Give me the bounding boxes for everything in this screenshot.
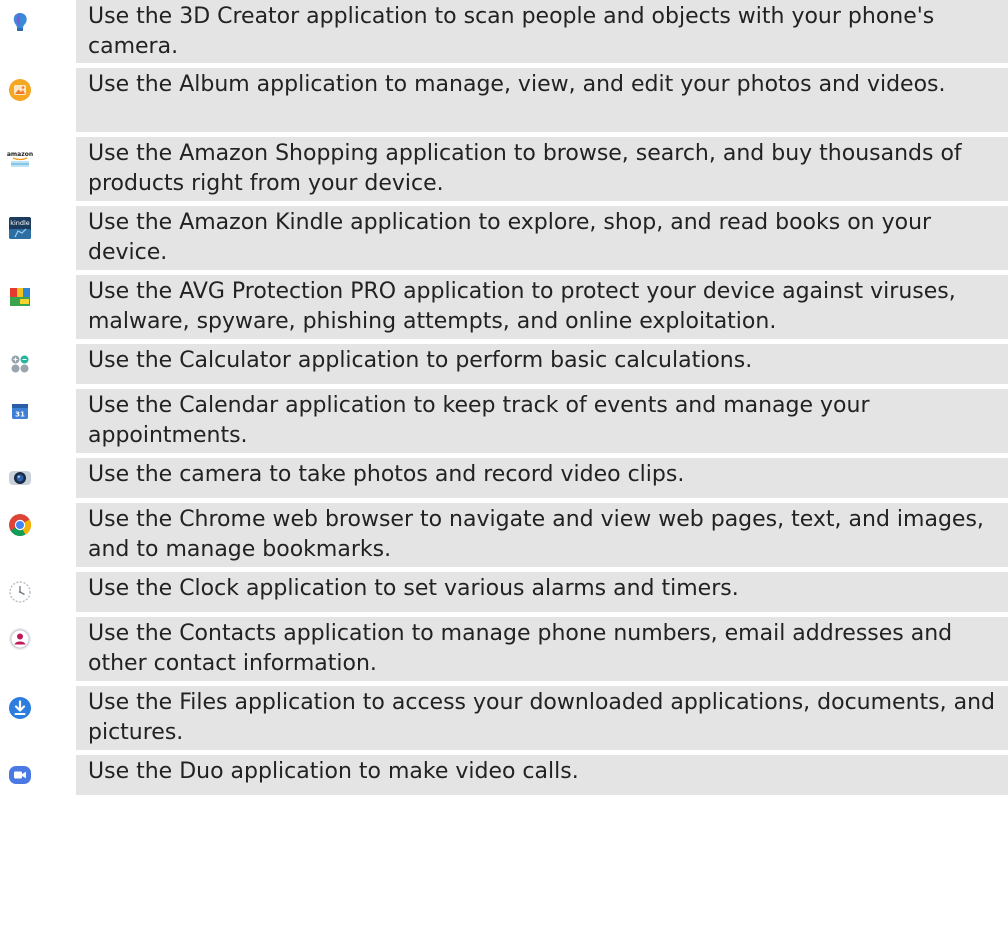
album-icon <box>7 77 33 103</box>
camera-icon <box>7 465 33 491</box>
list-item-description: Use the Contacts application to manage p… <box>76 617 1008 681</box>
list-item-text: Use the AVG Protection PRO application t… <box>88 279 956 334</box>
list-item-text: Use the Contacts application to manage p… <box>88 621 953 676</box>
list-item-description: Use the Clock application to set various… <box>76 572 1008 612</box>
list-item-description: Use the Calendar application to keep tra… <box>76 389 1008 453</box>
list-item: Use the camera to take photos and record… <box>0 458 1008 498</box>
svg-text:kindle: kindle <box>10 219 30 227</box>
list-item: Use the Files application to access your… <box>0 686 1008 750</box>
list-item-text: Use the Amazon Kindle application to exp… <box>88 210 932 265</box>
list-item: amazon Use the Amazon Shopping applicati… <box>0 137 1008 201</box>
chrome-icon <box>7 512 33 538</box>
files-icon <box>7 695 33 721</box>
list-item-description: Use the 3D Creator application to scan p… <box>76 0 1008 63</box>
duo-icon <box>7 762 33 788</box>
list-item: Use the Album application to manage, vie… <box>0 68 1008 132</box>
list-item-text: Use the camera to take photos and record… <box>88 462 685 487</box>
list-item-description: Use the camera to take photos and record… <box>76 458 1008 498</box>
3d-creator-icon <box>7 9 33 35</box>
list-item-text: Use the 3D Creator application to scan p… <box>88 4 935 59</box>
svg-text:amazon: amazon <box>7 151 33 158</box>
list-item: Use the Clock application to set various… <box>0 572 1008 612</box>
list-item-text: Use the Album application to manage, vie… <box>88 72 946 97</box>
list-item-description: Use the Chrome web browser to navigate a… <box>76 503 1008 567</box>
amazon-kindle-icon: kindle <box>7 215 33 241</box>
list-item: Use the Calculator application to perfor… <box>0 344 1008 384</box>
list-item: Use the Duo application to make video ca… <box>0 755 1008 795</box>
calendar-icon: 31 <box>7 398 33 424</box>
list-item-description: Use the Duo application to make video ca… <box>76 755 1008 795</box>
contacts-icon <box>7 626 33 652</box>
list-item: Use the Contacts application to manage p… <box>0 617 1008 681</box>
calculator-icon <box>7 351 33 377</box>
list-item: kindle Use the Amazon Kindle application… <box>0 206 1008 270</box>
list-item-description: Use the Calculator application to perfor… <box>76 344 1008 384</box>
list-item: Use the AVG Protection PRO application t… <box>0 275 1008 339</box>
list-item-description: Use the Amazon Shopping application to b… <box>76 137 1008 201</box>
list-item-description: Use the Amazon Kindle application to exp… <box>76 206 1008 270</box>
svg-text:31: 31 <box>15 411 25 419</box>
list-item-text: Use the Clock application to set various… <box>88 576 739 601</box>
list-item: Use the 3D Creator application to scan p… <box>0 0 1008 63</box>
list-item-text: Use the Chrome web browser to navigate a… <box>88 507 984 562</box>
list-item-description: Use the Album application to manage, vie… <box>76 68 1008 132</box>
list-item-text: Use the Amazon Shopping application to b… <box>88 141 962 196</box>
list-item-description: Use the Files application to access your… <box>76 686 1008 750</box>
list-item-text: Use the Calendar application to keep tra… <box>88 393 870 448</box>
list-item-text: Use the Calculator application to perfor… <box>88 348 753 373</box>
list-item: Use the Chrome web browser to navigate a… <box>0 503 1008 567</box>
list-item-description: Use the AVG Protection PRO application t… <box>76 275 1008 339</box>
clock-icon <box>7 579 33 605</box>
avg-protection-icon <box>7 284 33 310</box>
list-item-text: Use the Duo application to make video ca… <box>88 759 579 784</box>
list-item: 31 Use the Calendar application to keep … <box>0 389 1008 453</box>
app-list: Use the 3D Creator application to scan p… <box>0 0 1008 933</box>
list-item-text: Use the Files application to access your… <box>88 690 995 745</box>
amazon-shopping-icon: amazon <box>7 146 33 172</box>
